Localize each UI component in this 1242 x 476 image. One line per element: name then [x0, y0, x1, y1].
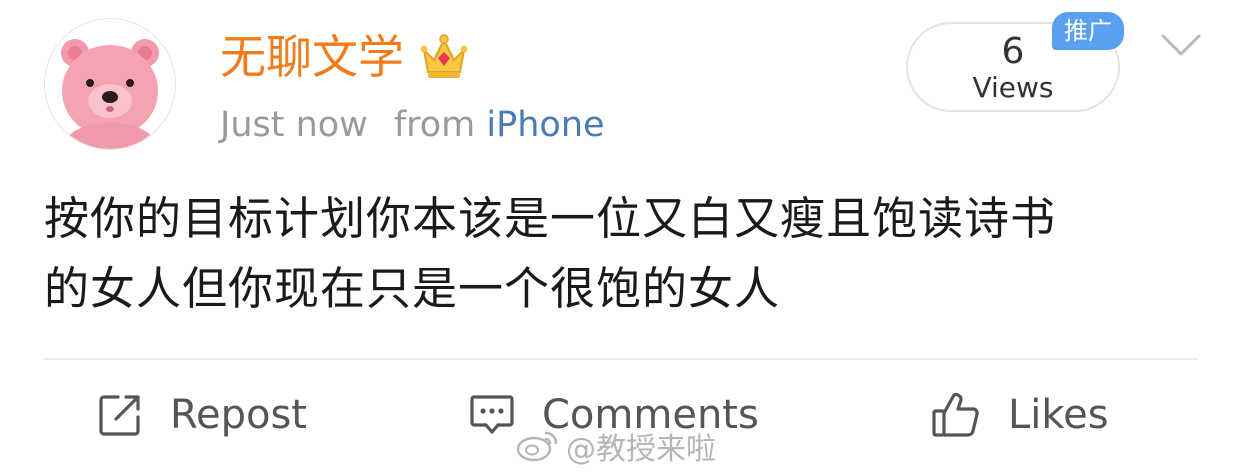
- post-body: 按你的目标计划你本该是一位又白又瘦且饱读诗书 的女人但你现在只是一个很饱的女人: [44, 184, 1204, 324]
- pink-bear-avatar: [45, 19, 175, 149]
- repost-icon: [99, 395, 140, 436]
- promo-badge: 推广: [1052, 12, 1124, 50]
- repost-label: Repost: [170, 392, 307, 438]
- likes-button[interactable]: Likes: [930, 384, 1109, 446]
- views-label: Views: [972, 71, 1054, 104]
- likes-label: Likes: [1008, 392, 1109, 438]
- thumbs-up-icon: [932, 392, 979, 437]
- watermark-text: @教授来啦: [566, 432, 716, 467]
- crown-icon[interactable]: [418, 30, 470, 82]
- repost-button[interactable]: Repost: [96, 384, 307, 446]
- post-body-line-1: 按你的目标计划你本该是一位又白又瘦且饱读诗书: [44, 192, 1057, 245]
- chevron-down-icon[interactable]: [1160, 30, 1202, 60]
- divider: [44, 358, 1198, 360]
- watermark: @教授来啦: [516, 426, 716, 467]
- source-prefix: from: [393, 105, 476, 145]
- avatar[interactable]: [44, 18, 176, 150]
- post-meta: Just now from iPhone: [220, 102, 605, 148]
- weibo-logo-icon: [516, 431, 558, 462]
- comment-icon: [470, 395, 514, 434]
- post-timestamp: Just now: [220, 105, 368, 145]
- source-device-link[interactable]: iPhone: [486, 105, 604, 145]
- post-body-line-2: 的女人但你现在只是一个很饱的女人: [44, 262, 781, 315]
- username[interactable]: 无聊文学: [220, 28, 404, 86]
